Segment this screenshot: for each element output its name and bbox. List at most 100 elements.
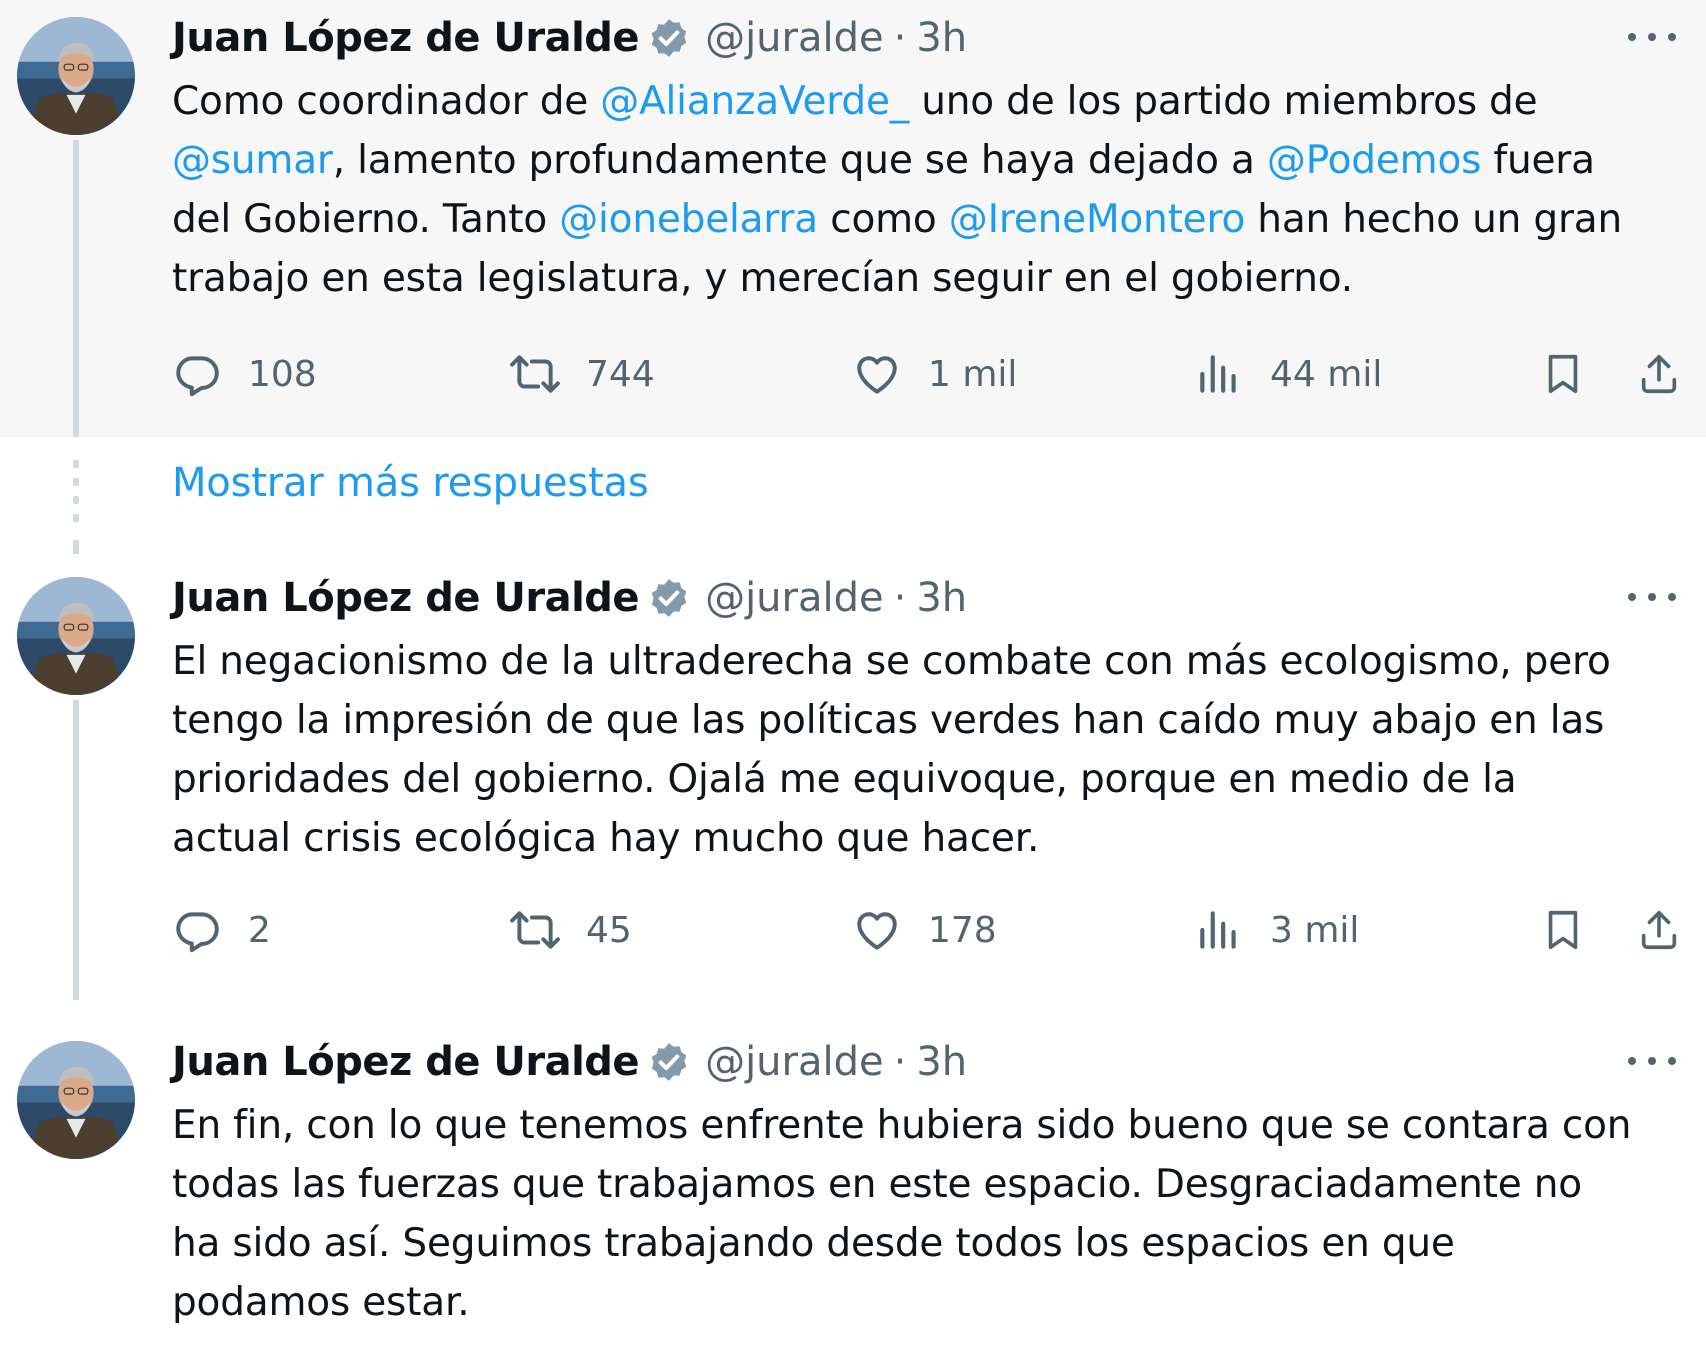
tweet-header: Juan López de Uralde @juralde · 3h [172,1034,967,1090]
author-handle[interactable]: @juralde [705,1039,884,1085]
text-segment: En fin, con lo que tenemos enfrente hubi… [172,1103,1632,1148]
tweet-text-line: del Gobierno. Tanto @ionebelarra como @I… [172,190,1692,249]
tweet-text-line: ha sido así. Seguimos trabajando desde t… [172,1214,1692,1273]
text-segment: han hecho un gran [1245,197,1623,242]
tweet-text-line: todas las fuerzas que trabajamos en este… [172,1155,1692,1214]
author-handle[interactable]: @juralde [705,15,884,61]
verified-badge-icon [647,576,691,620]
retweet-button[interactable]: 45 [510,900,632,960]
tweet-text-line: Como coordinador de @AlianzaVerde_ uno d… [172,72,1692,131]
show-more-replies-link[interactable]: Mostrar más respuestas [172,460,649,506]
tweet-2[interactable]: Juan López de Uralde @juralde · 3h El ne… [0,540,1706,1000]
author-name[interactable]: Juan López de Uralde [172,1039,640,1085]
thread-gap-dots [73,460,79,540]
tweet-header: Juan López de Uralde @juralde · 3h [172,570,967,626]
text-segment: , lamento profundamente que se haya deja… [332,138,1267,183]
mention-link[interactable]: @Podemos [1267,138,1482,183]
avatar[interactable] [17,577,135,695]
retweet-button[interactable]: 744 [510,344,655,404]
separator: · [893,575,907,621]
text-segment: uno de los partido miembros de [909,79,1538,124]
views-chart-icon [1194,905,1244,955]
text-segment: fuera [1481,138,1595,183]
tweet-text: Como coordinador de @AlianzaVerde_ uno d… [172,72,1692,308]
retweet-count: 45 [586,909,632,951]
verified-badge-icon [647,16,691,60]
views-button[interactable]: 3 mil [1194,900,1359,960]
text-segment: del Gobierno. Tanto [172,197,560,242]
mention-link[interactable]: @AlianzaVerde_ [600,79,909,124]
retweet-icon [510,905,560,955]
reply-icon [172,349,222,399]
text-segment: todas las fuerzas que trabajamos en este… [172,1162,1582,1207]
text-segment: como [818,197,949,242]
share-icon [1636,905,1682,955]
author-name[interactable]: Juan López de Uralde [172,15,640,61]
timestamp[interactable]: 3h [916,1039,967,1085]
timestamp[interactable]: 3h [916,575,967,621]
like-button[interactable]: 1 mil [852,344,1017,404]
bookmark-button[interactable] [1540,344,1586,404]
verified-badge-icon [647,1040,691,1084]
reply-button[interactable]: 2 [172,900,271,960]
tweet-text-line: El negacionismo de la ultraderecha se co… [172,632,1692,691]
avatar[interactable] [17,17,135,135]
tweet-text: En fin, con lo que tenemos enfrente hubi… [172,1096,1692,1332]
tweet-1[interactable]: Juan López de Uralde @juralde · 3h Como … [0,0,1706,437]
like-count: 178 [928,909,997,951]
like-button[interactable]: 178 [852,900,997,960]
mention-link[interactable]: @ionebelarra [559,197,818,242]
text-segment: El negacionismo de la ultraderecha se co… [172,639,1611,684]
retweet-icon [510,349,560,399]
tweet-text: El negacionismo de la ultraderecha se co… [172,632,1692,868]
more-options-icon[interactable] [1628,22,1676,52]
heart-icon [852,905,902,955]
tweet-text-line: En fin, con lo que tenemos enfrente hubi… [172,1096,1692,1155]
share-button[interactable] [1636,900,1682,960]
tweet-thread: Juan López de Uralde @juralde · 3h Como … [0,0,1706,1348]
more-options-icon[interactable] [1628,1046,1676,1076]
tweet-text-line: @sumar, lamento profundamente que se hay… [172,131,1692,190]
text-segment: trabajo en esta legislatura, y merecían … [172,256,1353,301]
bookmark-icon [1540,905,1586,955]
bookmark-icon [1540,349,1586,399]
like-count: 1 mil [928,353,1018,395]
mention-link[interactable]: @sumar [172,138,333,183]
action-bar: 108 744 1 mil 44 mil [0,344,1706,404]
tweet-text-line: tengo la impresión de que las políticas … [172,691,1692,750]
views-button[interactable]: 44 mil [1194,344,1382,404]
avatar[interactable] [17,1041,135,1159]
author-name[interactable]: Juan López de Uralde [172,575,640,621]
text-segment: tengo la impresión de que las políticas … [172,698,1605,743]
views-chart-icon [1194,349,1244,399]
author-handle[interactable]: @juralde [705,575,884,621]
tweet-3[interactable]: Juan López de Uralde @juralde · 3h En fi… [0,1024,1706,1348]
separator: · [893,15,907,61]
timestamp[interactable]: 3h [916,15,967,61]
text-segment: ha sido así. Seguimos trabajando desde t… [172,1221,1455,1266]
share-button[interactable] [1636,344,1682,404]
tweet-text-line: actual crisis ecológica hay mucho que ha… [172,809,1692,868]
action-bar: 2 45 178 3 mil [0,900,1706,960]
tweet-text-line: trabajo en esta legislatura, y merecían … [172,249,1692,308]
text-segment: prioridades del gobierno. Ojalá me equiv… [172,757,1517,802]
bookmark-button[interactable] [1540,900,1586,960]
more-options-icon[interactable] [1628,582,1676,612]
reply-icon [172,905,222,955]
reply-count: 2 [248,909,271,951]
tweet-header: Juan López de Uralde @juralde · 3h [172,10,967,66]
retweet-count: 744 [586,353,655,395]
share-icon [1636,349,1682,399]
mention-link[interactable]: @IreneMontero [949,197,1246,242]
tweet-text-line: podamos estar. [172,1273,1692,1332]
tweet-text-line: prioridades del gobierno. Ojalá me equiv… [172,750,1692,809]
views-count: 3 mil [1270,909,1360,951]
text-segment: podamos estar. [172,1280,470,1325]
views-count: 44 mil [1270,353,1383,395]
separator: · [893,1039,907,1085]
thread-line-top [73,540,79,554]
text-segment: actual crisis ecológica hay mucho que ha… [172,816,1040,861]
text-segment: Como coordinador de [172,79,601,124]
heart-icon [852,349,902,399]
reply-button[interactable]: 108 [172,344,317,404]
